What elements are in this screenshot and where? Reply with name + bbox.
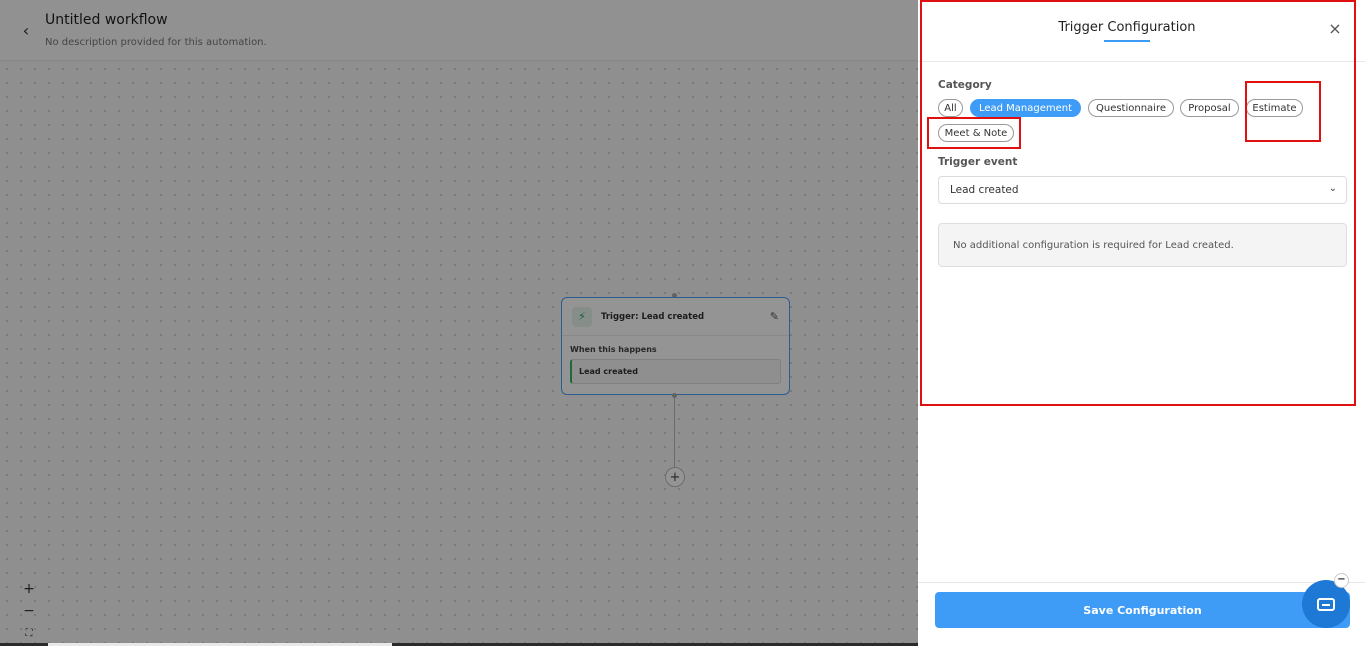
chat-bubble-icon — [1317, 597, 1335, 611]
modal-backdrop[interactable] — [0, 0, 918, 646]
panel-footer-divider — [918, 582, 1365, 583]
save-configuration-button[interactable]: Save Configuration — [935, 592, 1350, 628]
chat-minimize-icon[interactable]: − — [1334, 573, 1349, 588]
workflow-workspace: ‹ Untitled workflow No description provi… — [0, 0, 918, 646]
highlight-box-panel — [920, 0, 1356, 406]
highlight-box-estimate — [1245, 81, 1321, 142]
highlight-box-meet-note — [927, 117, 1021, 149]
